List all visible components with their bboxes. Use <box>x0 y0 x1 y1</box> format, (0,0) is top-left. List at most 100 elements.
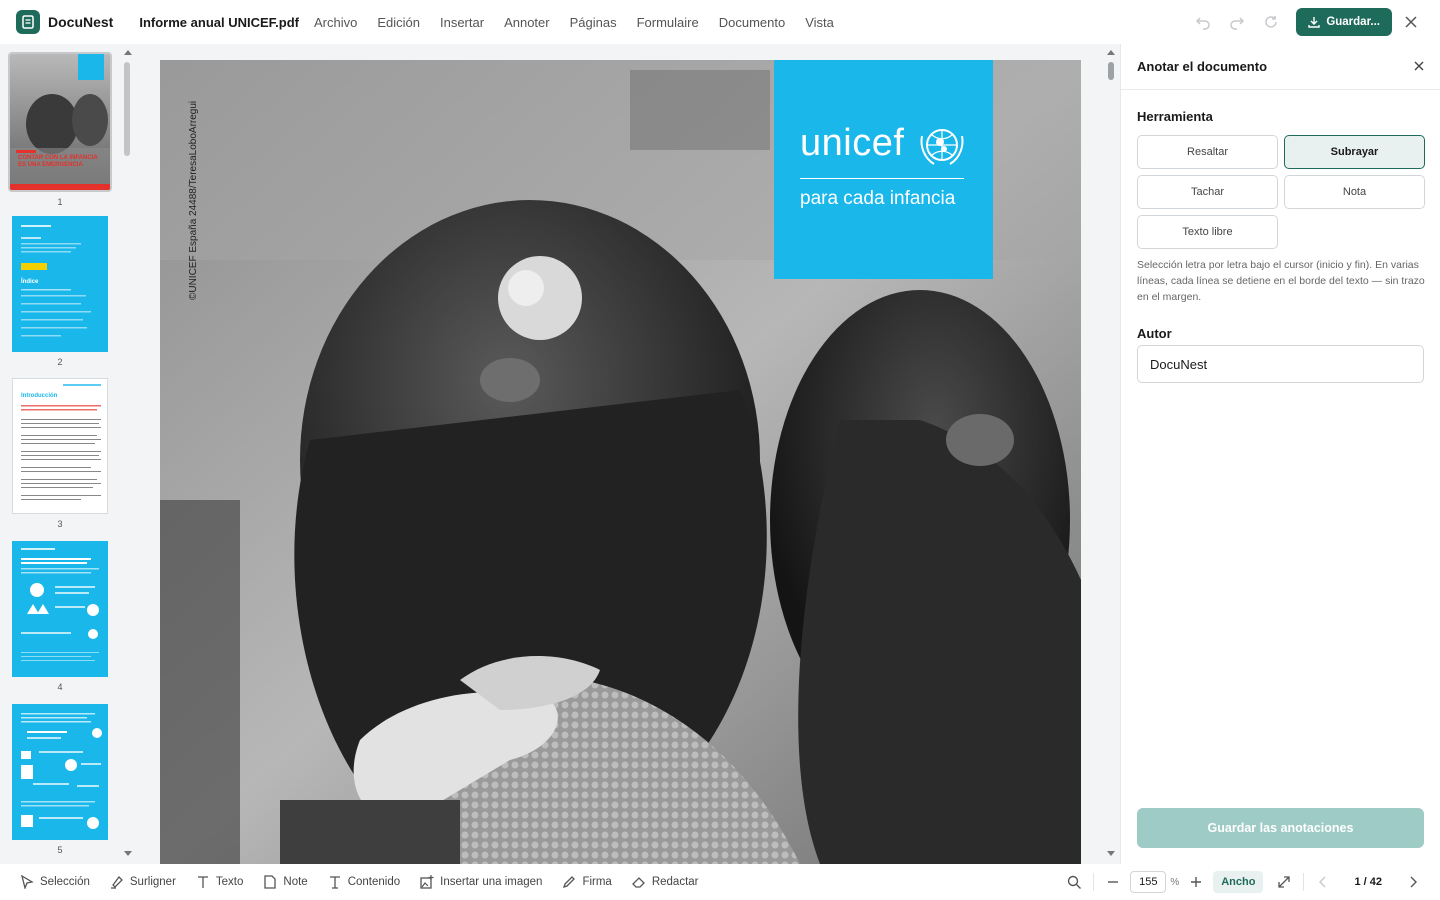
divider <box>1093 873 1095 891</box>
tool-texto-label: Texto <box>215 876 244 888</box>
tool-insertar-imagen[interactable]: Insertar una imagen <box>420 875 542 889</box>
author-input[interactable]: DocuNest <box>1137 345 1424 383</box>
highlighter-icon <box>110 876 123 889</box>
app-name: DocuNest <box>48 14 114 30</box>
viewer-scrollbar[interactable] <box>1104 44 1118 864</box>
save-button[interactable]: Guardar... <box>1296 8 1392 36</box>
thumbnail-page-1[interactable]: CONTAR CON LA INFANCIA ES UNA EMERGENCIA… <box>8 52 112 207</box>
thumbnail-page-3[interactable]: Introducción 3 <box>8 378 112 529</box>
scroll-up-icon[interactable] <box>1106 48 1116 56</box>
tool-note[interactable]: Note <box>263 875 308 889</box>
tool-insertar-imagen-label: Insertar una imagen <box>440 876 543 888</box>
thumbnail-page-4[interactable]: 4 <box>8 541 112 692</box>
tool-texto[interactable]: Texto <box>196 875 244 889</box>
menu-annoter[interactable]: Annoter <box>504 15 550 30</box>
thumbnail-infographic <box>12 704 108 840</box>
content-text-icon <box>329 876 340 889</box>
bottom-toolbar: Selección Surligner Texto Note Contenido… <box>0 864 1440 900</box>
zoom-pagination-controls: 155 % Ancho 1 / 42 <box>1063 864 1424 900</box>
tool-tachar-button[interactable]: Tachar <box>1137 175 1278 209</box>
document-viewer[interactable]: ©UNICEF España 24488/TeresaLoboArregui u… <box>136 44 1120 864</box>
next-page-icon[interactable] <box>1402 871 1424 893</box>
thumbnail-scrollbar[interactable] <box>121 44 135 864</box>
thumbnail-page-5[interactable]: 5 <box>8 704 112 855</box>
image-add-icon <box>420 875 434 889</box>
scroll-up-icon[interactable] <box>123 48 133 56</box>
tool-surligner-label: Surligner <box>129 876 176 888</box>
save-button-label: Guardar... <box>1326 16 1380 28</box>
unicef-wordmark: unicef <box>800 122 905 164</box>
tool-nota-button[interactable]: Nota <box>1284 175 1425 209</box>
eraser-icon <box>631 877 645 888</box>
tool-contenido[interactable]: Contenido <box>328 875 400 889</box>
document-filename[interactable]: Informe anual UNICEF.pdf <box>139 15 299 30</box>
thumbnail-cover: CONTAR CON LA INFANCIA ES UNA EMERGENCIA <box>8 52 112 192</box>
expand-icon[interactable] <box>1273 871 1295 893</box>
tool-seleccion[interactable]: Selección <box>20 875 90 889</box>
thumbnail-scrollbar-thumb[interactable] <box>124 62 130 156</box>
tool-resaltar-button[interactable]: Resaltar <box>1137 135 1278 169</box>
menu-insertar[interactable]: Insertar <box>440 15 484 30</box>
scroll-down-icon[interactable] <box>123 850 133 858</box>
prev-page-icon[interactable] <box>1312 871 1334 893</box>
thumbnail-number: 1 <box>57 197 63 207</box>
scroll-down-icon[interactable] <box>1106 850 1116 858</box>
tool-help-text: Selección letra por letra bajo el cursor… <box>1137 259 1425 303</box>
tool-seleccion-label: Selección <box>40 876 90 888</box>
redo-icon[interactable] <box>1224 9 1250 35</box>
top-bar: DocuNest Informe anual UNICEF.pdf Archiv… <box>0 0 1440 44</box>
menu-formulaire[interactable]: Formulaire <box>637 15 699 30</box>
fit-width-button[interactable]: Ancho <box>1213 871 1264 893</box>
menu-vista[interactable]: Vista <box>805 15 834 30</box>
tool-redactar-label: Redactar <box>651 876 699 888</box>
menu-edicion[interactable]: Edición <box>377 15 420 30</box>
app-logo[interactable]: DocuNest <box>16 10 113 34</box>
tool-contenido-label: Contenido <box>347 876 401 888</box>
zoom-out-icon[interactable] <box>1102 871 1124 893</box>
thumbnail-intro-title: Introducción <box>21 393 58 399</box>
thumbnail-intro: Introducción <box>12 378 108 514</box>
menu-documento[interactable]: Documento <box>719 15 785 30</box>
search-icon[interactable] <box>1063 871 1085 893</box>
zoom-unit: % <box>1170 876 1180 888</box>
close-icon[interactable] <box>1398 9 1424 35</box>
divider <box>1303 873 1305 891</box>
undo-icon[interactable] <box>1190 9 1216 35</box>
save-annotations-button[interactable]: Guardar las anotaciones <box>1137 808 1424 848</box>
thumbnail-cover-text: CONTAR CON LA INFANCIA ES UNA EMERGENCIA <box>18 155 98 168</box>
menu-archivo[interactable]: Archivo <box>314 15 357 30</box>
zoom-in-icon[interactable] <box>1185 871 1207 893</box>
tool-surligner[interactable]: Surligner <box>110 875 176 889</box>
unicef-tagline: para cada infancia <box>800 188 956 209</box>
thumbnail-sidebar: CONTAR CON LA INFANCIA ES UNA EMERGENCIA… <box>0 44 136 864</box>
tool-redactar[interactable]: Redactar <box>631 875 699 889</box>
annotation-panel: Anotar el documento Herramienta Resaltar… <box>1120 44 1440 864</box>
thumbnail-number: 2 <box>57 357 63 367</box>
unicef-logo-box: unicef para cada infancia <box>774 60 993 279</box>
tool-firma[interactable]: Firma <box>562 875 612 889</box>
thumbnail-number: 5 <box>57 845 63 855</box>
viewer-scrollbar-thumb[interactable] <box>1108 62 1114 80</box>
thumbnail-infographic <box>12 541 108 677</box>
thumbnail-index-title: Índice <box>21 279 39 285</box>
thumbnail-number: 3 <box>57 519 63 529</box>
tool-subrayar-button[interactable]: Subrayar <box>1284 135 1425 169</box>
photo-credit: ©UNICEF España 24488/TeresaLoboArregui <box>188 100 199 300</box>
zoom-input[interactable]: 155 <box>1130 871 1167 893</box>
panel-title: Anotar el documento <box>1137 59 1268 74</box>
panel-close-icon[interactable] <box>1414 58 1424 76</box>
page-indicator: 1 / 42 <box>1354 876 1382 888</box>
document-page[interactable]: ©UNICEF España 24488/TeresaLoboArregui u… <box>160 60 1081 864</box>
tool-texto-libre-button[interactable]: Texto libre <box>1137 215 1278 249</box>
tool-section-label: Herramienta <box>1137 109 1213 124</box>
cursor-icon <box>21 875 34 889</box>
tool-firma-label: Firma <box>582 876 612 888</box>
menu-paginas[interactable]: Páginas <box>570 15 617 30</box>
refresh-icon[interactable] <box>1258 9 1284 35</box>
thumbnail-page-2[interactable]: Índice 2 <box>8 216 112 367</box>
thumbnail-index: Índice <box>12 216 108 352</box>
text-icon <box>197 876 208 888</box>
tool-note-label: Note <box>283 876 308 888</box>
unicef-divider <box>800 178 964 179</box>
thumbnail-number: 4 <box>57 682 63 692</box>
